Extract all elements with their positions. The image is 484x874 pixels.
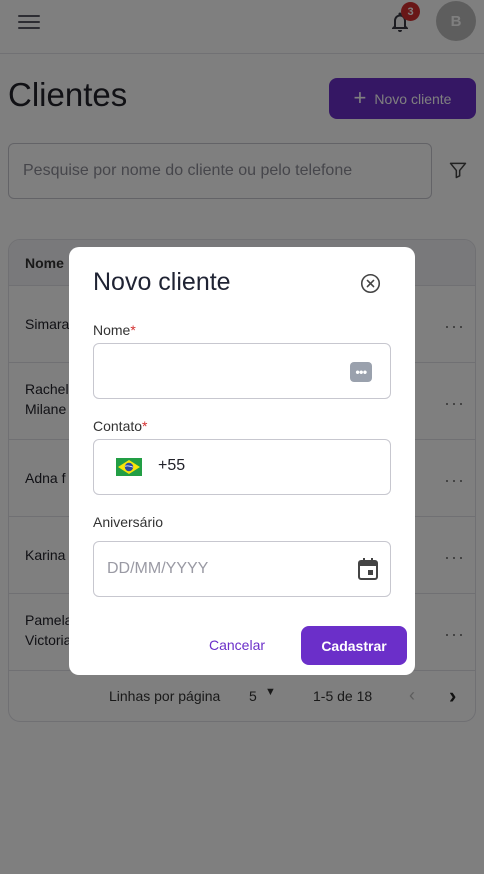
password-manager-icon[interactable]: ••• <box>350 362 372 382</box>
submit-button[interactable]: Cadastrar <box>301 626 407 665</box>
close-icon[interactable] <box>360 273 381 294</box>
contact-label: Contato* <box>93 418 148 434</box>
birthday-label: Aniversário <box>93 514 164 530</box>
calendar-icon[interactable] <box>358 558 378 580</box>
birthday-field[interactable]: DD/MM/YYYY <box>93 541 391 597</box>
cancel-button[interactable]: Cancelar <box>209 637 265 653</box>
new-client-dialog: Novo cliente Nome* ••• Contato* +55 Aniv… <box>69 247 415 675</box>
phone-field[interactable]: +55 <box>93 439 391 495</box>
name-field[interactable]: ••• <box>93 343 391 399</box>
name-label: Nome* <box>93 322 136 338</box>
country-code: +55 <box>158 457 186 474</box>
dialog-title: Novo cliente <box>93 268 231 296</box>
brazil-flag-icon[interactable] <box>116 458 142 476</box>
birthday-placeholder: DD/MM/YYYY <box>107 560 209 577</box>
